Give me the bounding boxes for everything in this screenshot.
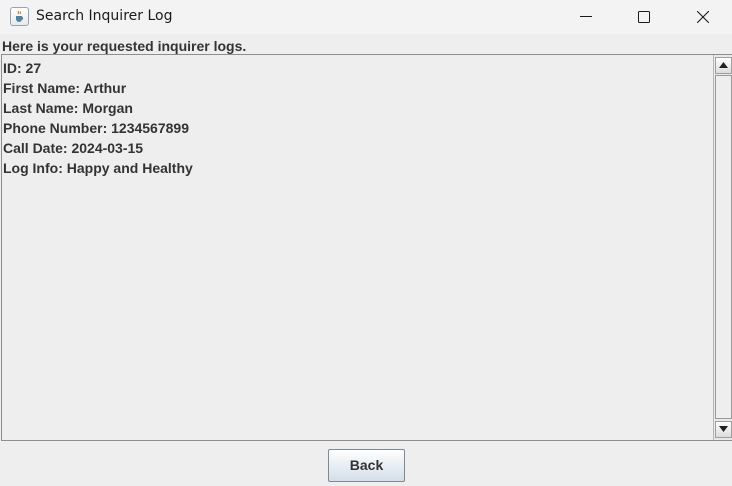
log-scroll-pane[interactable]: ID: 27 First Name: Arthur Last Name: Mor… (1, 54, 732, 441)
header-label: Here is your requested inquirer logs. (2, 38, 247, 54)
scroll-down-button[interactable] (715, 421, 732, 438)
back-button[interactable]: Back (328, 449, 405, 482)
arrow-down-icon (719, 426, 728, 432)
log-line-phone-number: Phone Number: 1234567899 (3, 120, 189, 136)
log-line-id: ID: 27 (3, 60, 42, 76)
close-button[interactable] (680, 0, 726, 34)
scrollbar-thumb[interactable] (715, 75, 732, 419)
log-line-log-info: Log Info: Happy and Healthy (3, 160, 193, 176)
maximize-icon (638, 11, 650, 23)
log-line-first-name: First Name: Arthur (3, 80, 127, 96)
log-line-call-date: Call Date: 2024-03-15 (3, 140, 144, 156)
vertical-scrollbar[interactable] (713, 55, 732, 440)
java-cup-icon (10, 7, 29, 26)
log-line-last-name: Last Name: Morgan (3, 100, 133, 116)
maximize-button[interactable] (621, 0, 667, 34)
close-icon (697, 11, 709, 23)
arrow-up-icon (719, 62, 728, 68)
scroll-up-button[interactable] (715, 57, 732, 74)
minimize-icon (580, 16, 592, 17)
search-inquirer-log-window: Search Inquirer Log Here is your request… (0, 0, 732, 486)
log-text-area[interactable]: ID: 27 First Name: Arthur Last Name: Mor… (3, 58, 711, 178)
window-title: Search Inquirer Log (36, 8, 173, 24)
minimize-button[interactable] (563, 0, 609, 34)
title-bar: Search Inquirer Log (0, 0, 732, 34)
